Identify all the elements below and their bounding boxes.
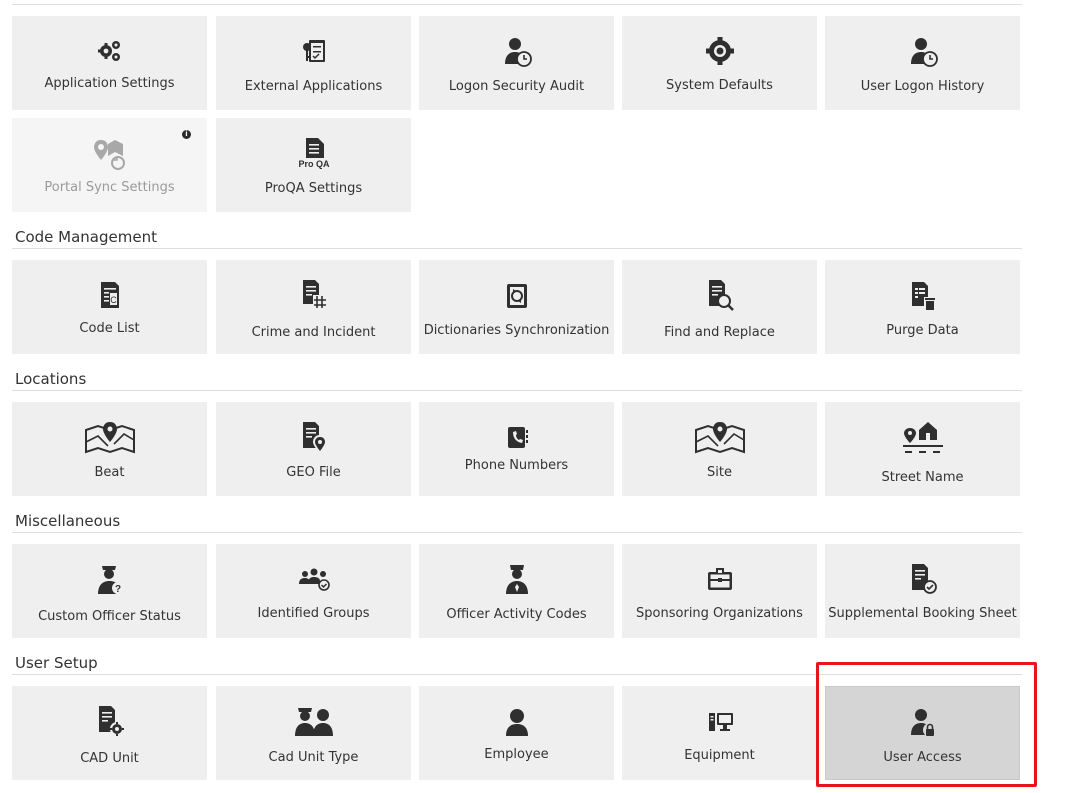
tile-label: Logon Security Audit (448, 79, 585, 94)
map-sync-icon (12, 136, 207, 170)
proqa-document-icon: Pro QA (216, 136, 411, 170)
phone-book-icon (419, 420, 614, 454)
tile-label: Employee (484, 747, 549, 762)
section-title-miscellaneous: Miscellaneous (15, 512, 121, 530)
tile-label: GEO File (286, 465, 341, 480)
map-pin-icon (12, 420, 207, 454)
tile-cad-unit-type[interactable]: Cad Unit Type (216, 686, 411, 780)
document-check-icon (825, 562, 1020, 596)
tile-label: Crime and Incident (251, 325, 376, 340)
officer-user-icon (216, 704, 411, 738)
tile-proqa-settings[interactable]: Pro QA ProQA Settings (216, 118, 411, 212)
document-trash-icon (825, 278, 1020, 312)
tile-phone-numbers[interactable]: Phone Numbers (419, 402, 614, 496)
user-clock-icon (419, 34, 614, 68)
tile-street-name[interactable]: Street Name (825, 402, 1020, 496)
svg-text:C: C (110, 295, 117, 305)
book-sync-icon (419, 278, 614, 312)
section-title-locations: Locations (15, 370, 87, 388)
tile-identified-groups[interactable]: Identified Groups (216, 544, 411, 638)
tile-label: Find and Replace (664, 325, 775, 340)
tile-label: Purge Data (886, 323, 959, 338)
tile-logon-security-audit[interactable]: Logon Security Audit (419, 16, 614, 110)
briefcase-icon (622, 562, 817, 596)
tile-external-applications[interactable]: External Applications (216, 16, 411, 110)
section-title-code-management: Code Management (15, 228, 157, 246)
tile-sponsoring-organizations[interactable]: Sponsoring Organizations (622, 544, 817, 638)
gears-icon (12, 34, 207, 68)
user-clock-icon (825, 34, 1020, 68)
document-gear-icon (12, 704, 207, 738)
tile-application-settings[interactable]: Application Settings (12, 16, 207, 110)
tile-geo-file[interactable]: GEO File (216, 402, 411, 496)
tile-dictionaries-synchronization[interactable]: Dictionaries Synchronization (419, 260, 614, 354)
street-house-icon (825, 420, 1020, 454)
tile-code-list[interactable]: C Code List (12, 260, 207, 354)
tile-label: User Access (883, 750, 962, 765)
tile-label: External Applications (244, 79, 383, 94)
key-checklist-icon (216, 34, 411, 68)
group-check-icon (216, 562, 411, 596)
computer-icon (622, 704, 817, 738)
tile-site[interactable]: Site (622, 402, 817, 496)
document-hash-icon (216, 278, 411, 312)
tile-label: Street Name (881, 470, 964, 485)
tile-employee[interactable]: Employee (419, 686, 614, 780)
tile-portal-sync-settings[interactable]: Portal Sync Settings i (12, 118, 207, 212)
tile-beat[interactable]: Beat (12, 402, 207, 496)
section-rule (12, 532, 1022, 533)
tile-crime-and-incident[interactable]: Crime and Incident (216, 260, 411, 354)
section-rule (12, 674, 1022, 675)
tile-label: Phone Numbers (464, 458, 569, 473)
officer-question-icon: ? (12, 562, 207, 596)
tile-custom-officer-status[interactable]: ? Custom Officer Status (12, 544, 207, 638)
tile-equipment[interactable]: Equipment (622, 686, 817, 780)
tile-label: Dictionaries Synchronization (423, 323, 610, 338)
tile-label: Sponsoring Organizations (636, 606, 803, 621)
map-pin-icon (622, 420, 817, 454)
tile-label: Supplemental Booking Sheet (828, 606, 1017, 621)
tile-officer-activity-codes[interactable]: Officer Activity Codes (419, 544, 614, 638)
svg-text:?: ? (114, 584, 120, 595)
tile-find-and-replace[interactable]: Find and Replace (622, 260, 817, 354)
section-rule-top (12, 4, 1022, 5)
tile-label: Portal Sync Settings (44, 180, 175, 195)
tile-label: Beat (94, 465, 125, 480)
document-pin-icon (216, 420, 411, 454)
document-search-icon (622, 278, 817, 312)
tile-label: Cad Unit Type (268, 750, 359, 765)
tile-user-access[interactable]: User Access (825, 686, 1020, 780)
tile-label: Officer Activity Codes (446, 607, 587, 622)
section-rule (12, 248, 1022, 249)
tile-label: Site (707, 465, 732, 480)
code-list-icon: C (12, 278, 207, 312)
proqa-icon-text: Pro QA (298, 159, 330, 169)
section-title-user-setup: User Setup (15, 654, 98, 672)
user-icon (419, 704, 614, 738)
user-lock-icon (826, 705, 1019, 739)
tile-cad-unit[interactable]: CAD Unit (12, 686, 207, 780)
tile-label: Identified Groups (257, 606, 370, 621)
tile-label: Code List (79, 321, 140, 336)
tile-supplemental-booking-sheet[interactable]: Supplemental Booking Sheet (825, 544, 1020, 638)
officer-icon (419, 562, 614, 596)
section-rule (12, 390, 1022, 391)
tile-label: User Logon History (860, 79, 985, 94)
tile-purge-data[interactable]: Purge Data (825, 260, 1020, 354)
tile-label: Equipment (684, 748, 755, 763)
tile-system-defaults[interactable]: System Defaults (622, 16, 817, 110)
tile-label: CAD Unit (80, 751, 139, 766)
tile-label: Custom Officer Status (38, 609, 181, 624)
tile-user-logon-history[interactable]: User Logon History (825, 16, 1020, 110)
tile-label: ProQA Settings (264, 181, 363, 196)
info-icon[interactable]: i (182, 130, 191, 139)
tile-label: System Defaults (666, 78, 773, 93)
tile-label: Application Settings (44, 76, 175, 91)
gear-icon (622, 34, 817, 68)
